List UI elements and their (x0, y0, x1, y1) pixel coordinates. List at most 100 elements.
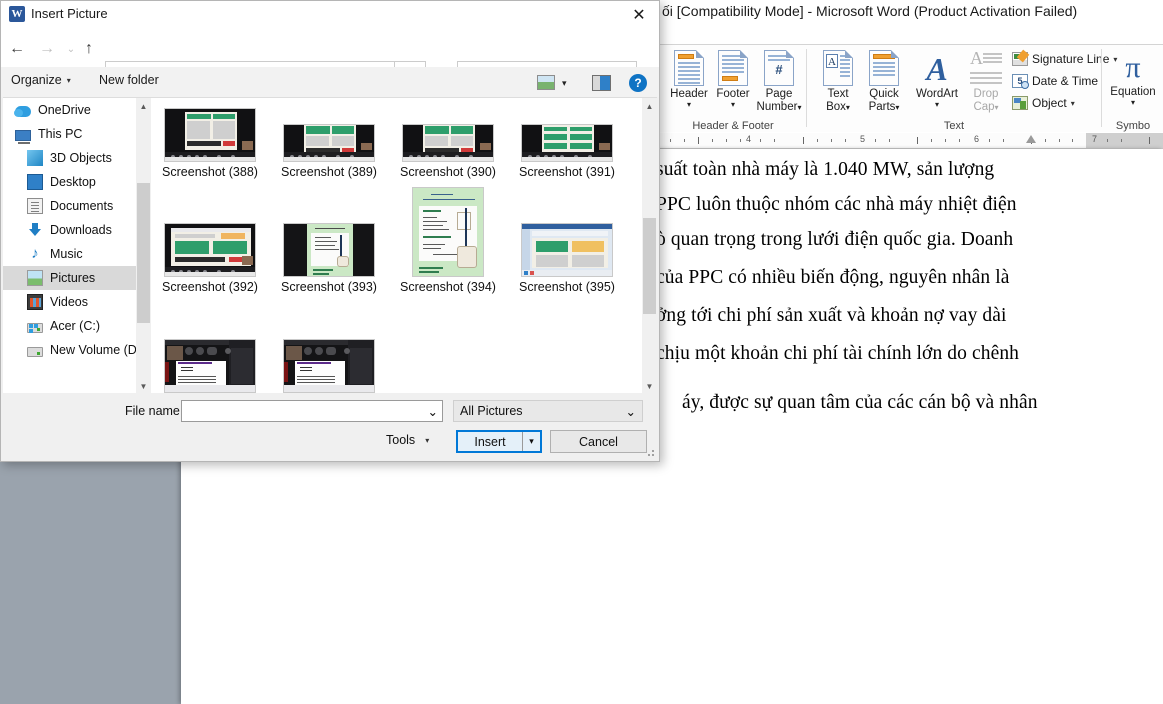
sidebar-item-videos[interactable]: Videos (3, 290, 151, 314)
organize-button[interactable]: Organize ▾ (11, 73, 71, 87)
file-item[interactable]: Screenshot (406) (276, 315, 382, 394)
back-button[interactable]: ← (5, 37, 29, 61)
equation-button[interactable]: π Equation ▾ (1105, 50, 1161, 107)
word-title: ối [Compatibility Mode] - Microsoft Word… (662, 3, 1078, 19)
dialog-body: OneDrive This PC 3D Objects Desktop Docu… (3, 97, 657, 394)
date-time-icon: 5 (1012, 74, 1029, 89)
file-item[interactable]: Screenshot (393) (276, 199, 382, 294)
ruler-number-7: 7 (1092, 134, 1098, 144)
date-time-label: Date & Time (1032, 74, 1099, 88)
wordart-button[interactable]: A WordArt ▾ (910, 50, 964, 109)
scroll-up-icon[interactable]: ▲ (642, 98, 657, 114)
pictures-icon (27, 270, 43, 286)
tree-scrollbar-thumb[interactable] (137, 183, 150, 323)
file-item[interactable]: Screenshot (395) (514, 199, 620, 294)
chevron-down-icon[interactable]: ▾ (710, 100, 756, 109)
chevron-down-icon[interactable]: ▾ (995, 103, 999, 112)
new-folder-button[interactable]: New folder (99, 73, 159, 87)
object-button[interactable]: Object ▾ (1012, 96, 1075, 110)
tools-button[interactable]: Tools ▾ (386, 433, 429, 447)
sidebar-item-music[interactable]: ♪ Music (3, 242, 151, 266)
chevron-down-icon[interactable]: ▾ (562, 78, 567, 89)
page-number-button[interactable]: # Page Number▾ (754, 50, 804, 113)
documents-icon (27, 198, 43, 214)
header-icon (674, 50, 704, 86)
tree-scrollbar[interactable]: ▲ ▼ (136, 98, 151, 394)
file-item[interactable]: Screenshot (389) (276, 98, 382, 179)
indent-marker[interactable] (1026, 135, 1036, 143)
sidebar-label: New Volume (D: (50, 343, 141, 357)
sidebar-item-downloads[interactable]: Downloads (3, 218, 151, 242)
quick-parts-icon (869, 50, 899, 86)
resize-grip[interactable] (646, 449, 656, 459)
scroll-down-icon[interactable]: ▼ (136, 378, 151, 394)
ribbon-divider-1 (806, 49, 807, 127)
forward-button[interactable]: → (35, 37, 59, 61)
dialog-titlebar[interactable]: W Insert Picture ✕ (1, 1, 659, 29)
tools-label: Tools (386, 433, 416, 447)
footer-button[interactable]: Footer ▾ (710, 50, 756, 109)
sidebar-item-this-pc[interactable]: This PC (3, 122, 151, 146)
this-pc-icon (15, 129, 31, 144)
scroll-up-icon[interactable]: ▲ (136, 98, 151, 114)
file-item[interactable]: Screenshot (388) (157, 98, 263, 179)
help-icon[interactable]: ? (629, 74, 647, 92)
sidebar-item-acer-c[interactable]: Acer (C:) (3, 314, 151, 338)
date-time-button[interactable]: 5 Date & Time (1012, 74, 1099, 89)
chevron-down-icon[interactable]: ▾ (1071, 99, 1075, 108)
wordart-icon: A (926, 51, 948, 87)
chevron-down-icon[interactable]: ⌄ (626, 404, 636, 419)
chevron-down-icon[interactable]: ⌄ (428, 404, 438, 419)
chevron-down-icon[interactable]: ▾ (797, 103, 801, 112)
text-box-button[interactable]: A Text Box▾ (818, 50, 858, 113)
file-item[interactable]: Screenshot (405) (157, 315, 263, 394)
chevron-down-icon[interactable]: ▾ (425, 436, 429, 445)
desktop-icon (27, 174, 43, 190)
group-label-header-footer: Header & Footer (692, 120, 774, 132)
file-name-input[interactable]: ⌄ (181, 400, 443, 422)
sidebar-label: 3D Objects (50, 151, 112, 165)
files-scrollbar[interactable]: ▲ ▼ (642, 98, 657, 394)
drop-cap-button[interactable]: A Drop Cap▾ (966, 49, 1006, 113)
chevron-down-icon[interactable]: ▾ (910, 100, 964, 109)
navigation-tree[interactable]: OneDrive This PC 3D Objects Desktop Docu… (3, 98, 151, 394)
sidebar-item-onedrive[interactable]: OneDrive (3, 98, 151, 122)
scroll-down-icon[interactable]: ▼ (642, 378, 657, 394)
word-ruler[interactable]: 4 5 6 7 (660, 133, 1163, 149)
sidebar-item-pictures[interactable]: Pictures (3, 266, 151, 290)
sidebar-item-new-volume-d[interactable]: New Volume (D: (3, 338, 151, 362)
signature-line-icon (1012, 49, 1030, 66)
file-list[interactable]: Screenshot (388) Screenshot (389) Screen… (151, 98, 657, 394)
page-number-icon: # (764, 50, 794, 86)
sidebar-item-documents[interactable]: Documents (3, 194, 151, 218)
file-type-select[interactable]: All Pictures ⌄ (453, 400, 643, 422)
header-label: Header (670, 88, 708, 100)
sidebar-item-desktop[interactable]: Desktop (3, 170, 151, 194)
chevron-down-icon[interactable]: ▾ (1105, 98, 1161, 107)
chevron-down-icon[interactable]: ▾ (846, 103, 850, 112)
insert-dropdown-icon[interactable]: ▾ (522, 432, 540, 451)
chevron-down-icon[interactable]: ▾ (666, 100, 712, 109)
files-scrollbar-thumb[interactable] (643, 218, 656, 314)
equation-icon: π (1125, 51, 1141, 84)
file-item[interactable]: Screenshot (391) (514, 98, 620, 179)
drive-icon (27, 346, 43, 357)
header-button[interactable]: Header ▾ (666, 50, 712, 109)
file-label: Screenshot (388) (162, 165, 258, 179)
quick-parts-button[interactable]: Quick Parts▾ (860, 50, 908, 113)
drive-icon (27, 322, 43, 333)
cancel-button[interactable]: Cancel (550, 430, 647, 453)
chevron-down-icon[interactable]: ▾ (895, 103, 899, 112)
preview-pane-icon[interactable] (592, 75, 611, 91)
ruler-number-4: 4 (746, 134, 752, 144)
file-item[interactable]: Screenshot (392) (157, 199, 263, 294)
dialog-nav-row: ← → ⌄ ↑ « Pictures › Screenshots ⌄ ↻ Sea… (1, 29, 659, 89)
sidebar-item-3d-objects[interactable]: 3D Objects (3, 146, 151, 170)
up-button[interactable]: ↑ (77, 37, 101, 61)
sidebar-label: Acer (C:) (50, 319, 100, 333)
insert-button[interactable]: Insert ▾ (456, 430, 542, 453)
change-view-icon[interactable] (537, 75, 555, 90)
close-icon[interactable]: ✕ (627, 4, 651, 26)
file-item[interactable]: Screenshot (394) (395, 166, 501, 294)
downloads-icon (27, 222, 43, 238)
